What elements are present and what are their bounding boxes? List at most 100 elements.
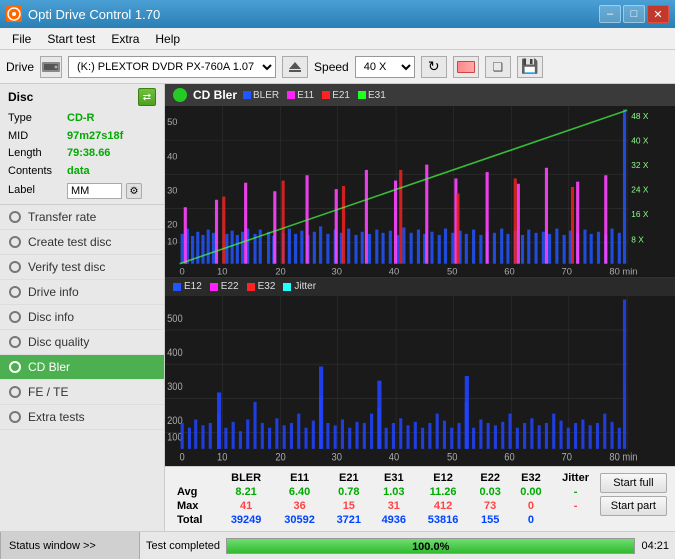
table-row-total: Total 39249 30592 3721 4936 53816 155 0 [173,513,600,527]
transfer-rate-icon [8,210,22,224]
top-chart-svg: 50 40 30 20 10 48 X 40 X 32 X 24 X 16 X … [165,106,675,277]
sidebar-item-create-test-disc[interactable]: Create test disc [0,230,164,255]
menu-help[interactable]: Help [147,30,188,48]
window-controls: – □ ✕ [599,5,669,23]
svg-text:30: 30 [332,266,342,276]
total-e21: 3721 [326,513,371,527]
top-chart: 50 40 30 20 10 48 X 40 X 32 X 24 X 16 X … [165,106,675,278]
drive-icon [40,56,62,78]
sidebar-item-cd-bler[interactable]: CD Bler [0,355,164,380]
menu-extra[interactable]: Extra [103,30,147,48]
avg-e32: 0.00 [511,485,552,499]
svg-text:60: 60 [504,266,514,276]
svg-text:20: 20 [275,452,286,464]
data-table: BLER E11 E21 E31 E12 E22 E32 Jitter [173,471,600,527]
table-header-row: BLER E11 E21 E31 E12 E22 E32 Jitter [173,471,600,485]
svg-text:40: 40 [389,452,400,464]
start-full-button[interactable]: Start full [600,473,667,493]
menu-start-test[interactable]: Start test [39,30,103,48]
svg-text:32 X: 32 X [631,160,648,170]
type-value: CD-R [67,110,95,128]
sidebar-item-verify-test-disc[interactable]: Verify test disc [0,255,164,280]
maximize-button[interactable]: □ [623,5,645,23]
table-row-avg: Avg 8.21 6.40 0.78 1.03 11.26 0.03 0.00 … [173,485,600,499]
row-avg-label: Avg [173,485,219,499]
menu-bar: File Start test Extra Help [0,28,675,50]
legend-e12-color [173,283,181,291]
max-jitter: - [551,499,599,513]
gear-icon: ⚙ [130,186,139,197]
svg-text:30: 30 [332,452,343,464]
status-window-button[interactable]: Status window >> [0,532,140,559]
cd-bler-label: CD Bler [28,360,70,374]
verify-test-disc-label: Verify test disc [28,260,105,274]
legend-e11: E11 [287,90,314,101]
status-message: Test completed [140,540,220,552]
close-button[interactable]: ✕ [647,5,669,23]
legend-jitter-text: Jitter [294,281,316,292]
svg-text:10: 10 [217,266,227,276]
action-buttons: Start full Start part [600,471,667,518]
legend-e32-color [247,283,255,291]
label-input[interactable] [67,183,122,199]
header-e32: E32 [511,471,552,485]
main-layout: Disc ⇄ Type CD-R MID 97m27s18f Length 79… [0,84,675,531]
save-button[interactable]: 💾 [517,56,543,78]
legend-e32-text: E32 [258,281,276,292]
sidebar-item-disc-info[interactable]: Disc info [0,305,164,330]
menu-file[interactable]: File [4,30,39,48]
copy-button[interactable]: ❏ [485,56,511,78]
svg-text:0: 0 [180,266,185,276]
legend-e12: E12 [173,281,202,292]
legend-e22: E22 [210,281,239,292]
max-e31: 31 [371,499,416,513]
bottom-chart: 500 400 300 200 100 0 10 20 30 40 50 60 … [165,296,675,467]
refresh-button[interactable]: ↻ [421,56,447,78]
max-bler: 41 [219,499,272,513]
sidebar-item-fe-te[interactable]: FE / TE [0,380,164,405]
speed-selector[interactable]: 40 X [355,56,415,78]
drive-selector[interactable]: (K:) PLEXTOR DVDR PX-760A 1.07 [68,56,276,78]
sidebar-item-disc-quality[interactable]: Disc quality [0,330,164,355]
sidebar-item-extra-tests[interactable]: Extra tests [0,405,164,430]
legend-bler-color [243,91,251,99]
table-row-max: Max 41 36 15 31 412 73 0 - [173,499,600,513]
contents-value: data [67,163,90,181]
max-e22: 73 [470,499,511,513]
transfer-rate-label: Transfer rate [28,210,96,224]
legend-e21-text: E21 [332,90,350,101]
minimize-button[interactable]: – [599,5,621,23]
contents-label: Contents [8,163,63,181]
erase-button[interactable] [453,56,479,78]
sidebar-item-transfer-rate[interactable]: Transfer rate [0,205,164,230]
svg-text:24 X: 24 X [631,184,648,194]
legend-e12-text: E12 [184,281,202,292]
svg-text:60: 60 [504,452,515,464]
total-e12: 53816 [416,513,469,527]
row-total-label: Total [173,513,219,527]
eject-button[interactable] [282,56,308,78]
table-wrapper: BLER E11 E21 E31 E12 E22 E32 Jitter [173,471,667,527]
length-value: 79:38.66 [67,145,110,163]
app-title: Opti Drive Control 1.70 [28,7,160,22]
title-bar: Opti Drive Control 1.70 – □ ✕ [0,0,675,28]
legend-bler: BLER [243,90,279,101]
sidebar-item-drive-info[interactable]: Drive info [0,280,164,305]
label-key: Label [8,182,63,200]
drive-info-label: Drive info [28,285,79,299]
svg-text:10: 10 [167,236,177,247]
label-settings-button[interactable]: ⚙ [126,183,142,199]
svg-text:40: 40 [389,266,399,276]
data-table-section: BLER E11 E21 E31 E12 E22 E32 Jitter [165,466,675,531]
total-e11: 30592 [273,513,326,527]
legend-e22-text: E22 [221,281,239,292]
svg-text:8 X: 8 X [631,234,644,244]
cd-bler-icon [8,360,22,374]
total-e22: 155 [470,513,511,527]
disc-refresh-button[interactable]: ⇄ [138,88,156,106]
bottom-chart-svg: 500 400 300 200 100 0 10 20 30 40 50 60 … [165,296,675,467]
start-part-button[interactable]: Start part [600,496,667,516]
extra-tests-label: Extra tests [28,410,85,424]
mid-label: MID [8,128,63,146]
status-bar: Status window >> Test completed 100.0% 0… [0,531,675,559]
